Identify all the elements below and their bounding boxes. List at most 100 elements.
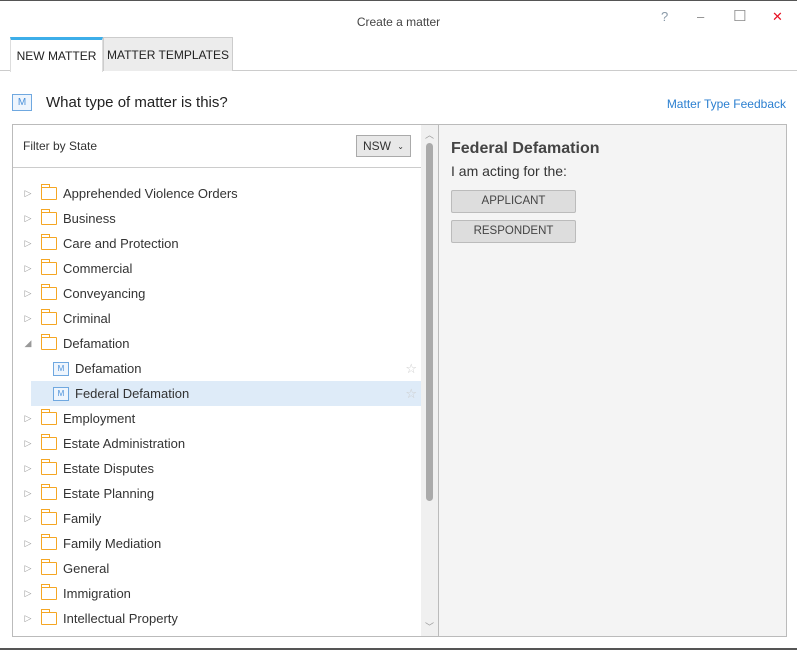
tree-item-label: Apprehended Violence Orders (63, 186, 238, 201)
folder-icon (40, 309, 57, 325)
tree-item[interactable]: ▷ Conveyancing (13, 281, 421, 306)
tree-item-label: Commercial (63, 261, 133, 276)
tree-item[interactable]: ▷ General (13, 556, 421, 581)
tab-matter-templates[interactable]: MATTER TEMPLATES (103, 37, 233, 71)
tree-item[interactable]: M Defamation ☆ (13, 356, 421, 381)
tree-item[interactable]: ▷ Family Mediation (13, 531, 421, 556)
collapsed-arrow-icon[interactable]: ▷ (21, 238, 35, 249)
tree-item-label: Employment (63, 411, 136, 426)
collapsed-arrow-icon[interactable]: ▷ (21, 213, 35, 224)
matter-type-panel: Filter by State NSW ⌄ ▷ Apprehended Violen… (12, 124, 787, 637)
chevron-down-icon: ⌄ (397, 141, 404, 151)
folder-icon (40, 509, 57, 525)
tree-item[interactable]: ▷ Estate Administration (13, 431, 421, 456)
collapsed-arrow-icon[interactable]: ▷ (21, 463, 35, 474)
state-filter: Filter by State NSW ⌄ (13, 125, 421, 168)
folder-icon (40, 434, 57, 450)
collapsed-arrow-icon[interactable]: ▷ (21, 538, 35, 549)
tree-item-label: Estate Disputes (63, 461, 155, 476)
tree-item[interactable]: ▷ Estate Planning (13, 481, 421, 506)
minimize-button[interactable]: – (697, 9, 704, 24)
matter-type-tree: ▷ Apprehended Violence Orders ▷ Business ▷ Ca… (13, 181, 421, 631)
tree-item[interactable]: M Federal Defamation ☆ (31, 381, 421, 406)
page-heading: M What type of matter is this? (12, 94, 228, 111)
tree-item-label: Defamation (63, 336, 130, 351)
applicant-button[interactable]: APPLICANT (451, 190, 576, 213)
folder-icon (40, 559, 57, 575)
tree-item-label: Family Mediation (63, 536, 162, 551)
folder-icon (40, 184, 57, 200)
close-button[interactable]: ✕ (772, 9, 783, 25)
collapsed-arrow-icon[interactable]: ▷ (21, 288, 35, 299)
state-value: NSW (363, 139, 391, 153)
tree-item[interactable]: ▷ Apprehended Violence Orders (13, 181, 421, 206)
collapsed-arrow-icon[interactable]: ▷ (21, 613, 35, 624)
tab-bar: NEW MATTER MATTER TEMPLATES (0, 37, 797, 72)
folder-icon (40, 409, 57, 425)
matter-detail-pane: Federal Defamation I am acting for the: … (439, 125, 786, 636)
tree-item-label: Federal Defamation (75, 386, 190, 401)
tree-item[interactable]: ◢ Defamation (13, 331, 421, 356)
collapsed-arrow-icon[interactable]: ▷ (21, 438, 35, 449)
tree-item-label: Business (63, 211, 116, 226)
expanded-arrow-icon[interactable]: ◢ (21, 338, 35, 349)
tree-item-label: Family (63, 511, 102, 526)
folder-icon (40, 284, 57, 300)
scrollbar[interactable]: ︿ ﹀ (421, 125, 439, 636)
detail-title: Federal Defamation (451, 140, 600, 157)
folder-icon (40, 534, 57, 550)
matter-type-feedback-link[interactable]: Matter Type Feedback (667, 97, 786, 111)
folder-icon (40, 234, 57, 250)
tree-item[interactable]: ▷ Family (13, 506, 421, 531)
page-title: What type of matter is this? (46, 94, 228, 111)
matter-type-list: Filter by State NSW ⌄ ▷ Apprehended Violen… (13, 125, 421, 636)
tree-item[interactable]: ▷ Care and Protection (13, 231, 421, 256)
collapsed-arrow-icon[interactable]: ▷ (21, 413, 35, 424)
folder-icon (40, 259, 57, 275)
matter-type-icon: M (53, 386, 69, 401)
help-button[interactable]: ? (661, 9, 668, 24)
scroll-down-icon[interactable]: ﹀ (425, 620, 434, 633)
tree-item-label: Conveyancing (63, 286, 146, 301)
tab-new-matter[interactable]: NEW MATTER (10, 37, 103, 72)
collapsed-arrow-icon[interactable]: ▷ (21, 263, 35, 274)
folder-icon (40, 484, 57, 500)
collapsed-arrow-icon[interactable]: ▷ (21, 513, 35, 524)
folder-icon (40, 209, 57, 225)
folder-icon (40, 334, 57, 350)
tree-item-label: Care and Protection (63, 236, 179, 251)
tree-item-label: Estate Administration (63, 436, 186, 451)
star-icon[interactable]: ☆ (405, 361, 417, 377)
collapsed-arrow-icon[interactable]: ▷ (21, 563, 35, 574)
collapsed-arrow-icon[interactable]: ▷ (21, 588, 35, 599)
matter-type-icon: M (53, 361, 69, 376)
tree-item-label: General (63, 561, 110, 576)
tree-item-label: Immigration (63, 586, 131, 601)
state-dropdown[interactable]: NSW ⌄ (356, 135, 411, 157)
folder-icon (40, 459, 57, 475)
maximize-button[interactable]: ☐ (733, 7, 746, 25)
tree-item[interactable]: ▷ Commercial (13, 256, 421, 281)
tree-item-label: Estate Planning (63, 486, 155, 501)
respondent-button[interactable]: RESPONDENT (451, 220, 576, 243)
filter-label: Filter by State (23, 139, 98, 153)
tree-item[interactable]: ▷ Intellectual Property (13, 606, 421, 631)
tree-item[interactable]: ▷ Estate Disputes (13, 456, 421, 481)
folder-icon (40, 609, 57, 625)
star-icon[interactable]: ☆ (405, 386, 417, 402)
collapsed-arrow-icon[interactable]: ▷ (21, 313, 35, 324)
tree-item-label: Criminal (63, 311, 111, 326)
tree-item[interactable]: ▷ Criminal (13, 306, 421, 331)
tree-item-label: Intellectual Property (63, 611, 178, 626)
matter-type-icon: M (12, 94, 32, 111)
collapsed-arrow-icon[interactable]: ▷ (21, 188, 35, 199)
detail-subtitle: I am acting for the: (451, 163, 567, 179)
tree-item-label: Defamation (75, 361, 142, 376)
scrollbar-thumb[interactable] (426, 143, 433, 501)
collapsed-arrow-icon[interactable]: ▷ (21, 488, 35, 499)
window-title: Create a matter (356, 15, 441, 29)
scroll-up-icon[interactable]: ︿ (425, 128, 434, 141)
tree-item[interactable]: ▷ Immigration (13, 581, 421, 606)
tree-item[interactable]: ▷ Business (13, 206, 421, 231)
tree-item[interactable]: ▷ Employment (13, 406, 421, 431)
